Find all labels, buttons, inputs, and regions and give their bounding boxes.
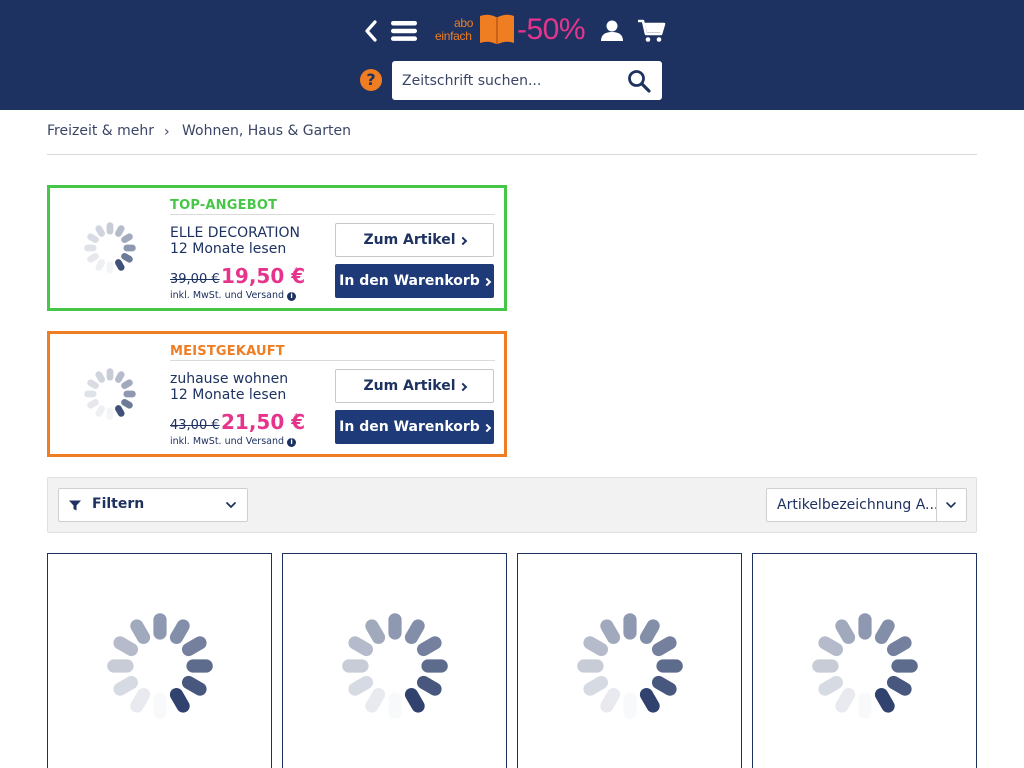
price-note: inkl. MwSt. und Versand i <box>170 436 297 447</box>
search-input[interactable] <box>392 61 620 100</box>
price-footnote-mark: * <box>294 412 299 423</box>
logo-text-abo: abo <box>454 16 474 30</box>
site-logo[interactable]: abo einfach -50% <box>434 10 594 50</box>
user-icon <box>601 20 623 41</box>
open-book-icon <box>480 14 514 44</box>
search-button[interactable] <box>624 66 654 96</box>
magnifier-icon <box>628 70 651 93</box>
logo-discount: -50% <box>517 13 586 46</box>
chevron-down-icon <box>946 502 956 508</box>
chevron-down-icon <box>226 502 236 508</box>
search-bar <box>392 61 662 100</box>
offer-subtitle: 12 Monate lesen <box>170 387 287 403</box>
info-icon[interactable]: i <box>287 438 297 447</box>
add-to-cart-button[interactable]: In den Warenkorb <box>335 264 494 298</box>
chevron-right-icon <box>458 382 467 391</box>
price-footnote-mark: * <box>294 266 299 277</box>
logo-text-einfach: einfach <box>435 29 472 43</box>
add-to-cart-label: In den Warenkorb <box>339 273 480 289</box>
offer-badge: MEISTGEKAUFT <box>170 344 495 361</box>
chevron-right-icon: › <box>164 124 170 140</box>
price-old: 43,00 € <box>170 418 220 433</box>
price-old: 39,00 € <box>170 272 220 287</box>
sort-selected-value: Artikelbezeichnung A... <box>777 497 939 513</box>
menu-button[interactable] <box>389 14 419 48</box>
back-button[interactable] <box>358 14 384 48</box>
price-note-text: inkl. MwSt. und Versand <box>170 290 285 301</box>
info-icon[interactable]: i <box>287 292 297 301</box>
view-article-button[interactable]: Zum Artikel <box>335 369 494 403</box>
cart-button[interactable] <box>636 14 668 48</box>
filter-label: Filtern <box>92 496 145 512</box>
product-card[interactable] <box>47 553 272 768</box>
breadcrumb-item-freizeit[interactable]: Freizeit & mehr <box>47 123 154 139</box>
offer-box-meistgekauft: MEISTGEKAUFT zuhause wohnen 12 Monate le… <box>47 331 507 457</box>
chevron-right-icon <box>482 423 492 432</box>
chevron-right-icon <box>458 236 467 245</box>
view-article-label: Zum Artikel <box>363 232 456 248</box>
price-new: 19,50 € <box>221 264 306 288</box>
shopping-cart-icon <box>638 19 666 42</box>
breadcrumb: Freizeit & mehr › Wohnen, Haus & Garten <box>47 123 977 155</box>
account-button[interactable] <box>598 14 626 48</box>
loading-spinner-icon <box>812 613 918 713</box>
product-card[interactable] <box>282 553 507 768</box>
filter-bar: Filtern Artikelbezeichnung A... <box>47 477 977 533</box>
add-to-cart-button[interactable]: In den Warenkorb <box>335 410 494 444</box>
offer-title: ELLE DECORATION <box>170 225 300 241</box>
help-icon[interactable]: ? <box>360 69 382 91</box>
price-note-text: inkl. MwSt. und Versand <box>170 436 285 447</box>
loading-spinner-icon <box>107 613 213 713</box>
chevron-left-icon <box>365 20 377 42</box>
add-to-cart-label: In den Warenkorb <box>339 419 480 435</box>
breadcrumb-item-wohnen[interactable]: Wohnen, Haus & Garten <box>182 123 351 139</box>
view-article-button[interactable]: Zum Artikel <box>335 223 494 257</box>
price-note: inkl. MwSt. und Versand i <box>170 290 297 301</box>
offer-title: zuhause wohnen <box>170 371 289 387</box>
view-article-label: Zum Artikel <box>363 378 456 394</box>
offer-subtitle: 12 Monate lesen <box>170 241 287 257</box>
loading-spinner-icon <box>84 222 136 274</box>
price-new: 21,50 € <box>221 410 306 434</box>
loading-spinner-icon <box>84 368 136 420</box>
product-card[interactable] <box>752 553 977 768</box>
chevron-right-icon <box>482 277 492 286</box>
offer-badge: TOP-ANGEBOT <box>170 198 495 215</box>
funnel-icon <box>69 500 81 511</box>
loading-spinner-icon <box>342 613 448 713</box>
hamburger-menu-icon <box>391 21 417 41</box>
offer-box-top-angebot: TOP-ANGEBOT ELLE DECORATION 12 Monate le… <box>47 185 507 311</box>
product-card[interactable] <box>517 553 742 768</box>
site-header: abo einfach -50% ? <box>0 0 1024 110</box>
filter-dropdown[interactable]: Filtern <box>58 488 248 522</box>
sort-divider <box>936 489 937 521</box>
sort-select[interactable]: Artikelbezeichnung A... <box>766 488 967 522</box>
loading-spinner-icon <box>577 613 683 713</box>
